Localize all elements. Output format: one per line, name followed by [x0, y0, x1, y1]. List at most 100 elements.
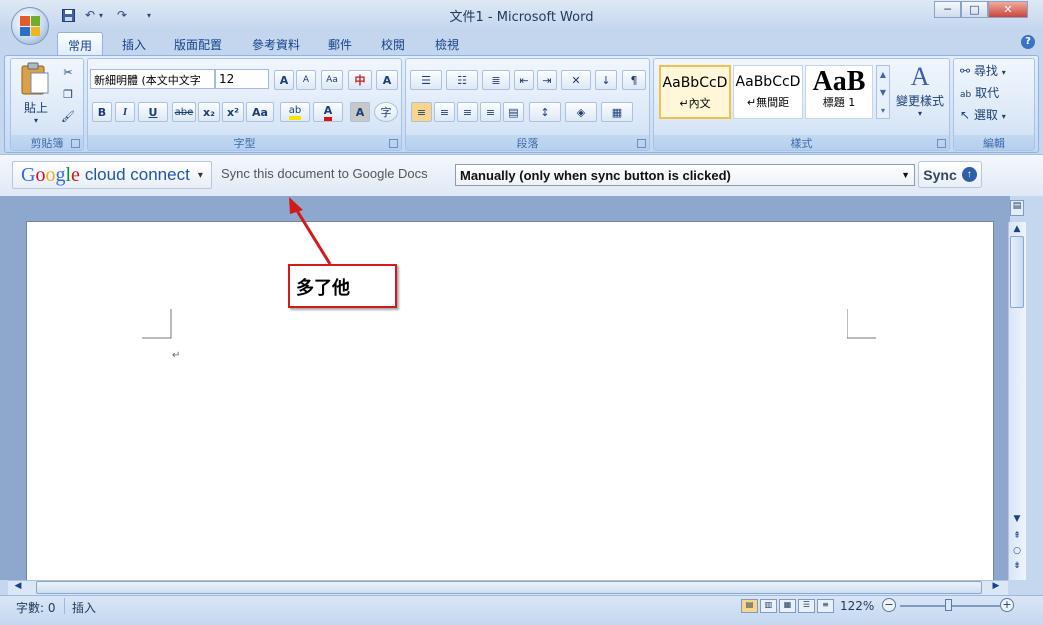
ribbon-tab-bar	[0, 30, 1043, 55]
clipboard-launcher-icon[interactable]	[71, 139, 80, 148]
align-center-icon[interactable]: ≡	[434, 102, 455, 122]
multilevel-list-icon[interactable]: ≣	[482, 70, 510, 90]
distributed-icon[interactable]: ▤	[503, 102, 524, 122]
paste-icon	[21, 62, 49, 95]
grow-font-button[interactable]: A	[274, 70, 294, 90]
tab-home[interactable]: 常用	[57, 32, 103, 55]
tab-page-layout[interactable]: 版面配置	[166, 32, 230, 55]
align-right-icon[interactable]: ≡	[457, 102, 478, 122]
tab-references[interactable]: 參考資料	[244, 32, 308, 55]
vertical-scroll-thumb[interactable]	[1010, 236, 1024, 308]
paragraph-mark-icon: ↵	[172, 350, 181, 361]
replace-icon: ab	[960, 90, 972, 100]
zoom-level[interactable]: 122%	[840, 599, 874, 613]
paragraph-launcher-icon[interactable]	[637, 139, 646, 148]
replace-label: 取代	[975, 86, 1000, 100]
decrease-indent-icon[interactable]: ⇤	[514, 70, 534, 90]
font-name-combo[interactable]: 新細明體 (本文中文字	[90, 69, 215, 89]
styles-gallery-scroll[interactable]: ▲ ▼ ▾	[876, 65, 890, 119]
bullets-icon[interactable]: ☰	[410, 70, 442, 90]
binoculars-icon: ⚯	[960, 64, 971, 78]
enclose-characters-button[interactable]: 字	[374, 102, 398, 122]
paste-button[interactable]: 貼上 ▾	[18, 62, 54, 126]
sync-mode-value: Manually (only when sync button is click…	[460, 168, 731, 183]
numbering-icon[interactable]: ☷	[446, 70, 478, 90]
browse-object-icon[interactable]: ○	[1008, 546, 1026, 556]
style-normal[interactable]: AaBbCcD ↵內文	[659, 65, 731, 119]
tab-insert[interactable]: 插入	[114, 32, 154, 55]
style-no-spacing-name: ↵無間距	[746, 96, 790, 109]
style-heading-1[interactable]: AaB 標題 1	[805, 65, 873, 119]
document-page[interactable]	[26, 221, 994, 581]
zoom-slider-thumb[interactable]	[945, 599, 952, 611]
copy-icon[interactable]: ❐	[58, 84, 78, 104]
sort-icon[interactable]: ↓	[595, 70, 617, 90]
character-border-button[interactable]: A	[376, 70, 398, 90]
align-left-icon[interactable]: ≡	[411, 102, 432, 122]
tab-view[interactable]: 檢視	[426, 32, 468, 55]
select-button[interactable]: ↖ 選取 ▾	[960, 106, 1030, 124]
horizontal-scroll-thumb[interactable]	[36, 581, 982, 594]
insert-mode[interactable]: 插入	[72, 599, 96, 616]
shrink-font-button[interactable]: A	[296, 70, 316, 90]
italic-button[interactable]: I	[115, 102, 135, 122]
strikethrough-button[interactable]: abe	[172, 102, 196, 122]
close-button[interactable]: ✕	[988, 1, 1028, 18]
paste-label: 貼上	[23, 101, 48, 115]
scroll-right-icon[interactable]: ▶	[987, 581, 1005, 591]
annotation-callout: 多了他	[288, 264, 397, 308]
outline-view-icon[interactable]: ☰	[798, 599, 815, 613]
clear-formatting-icon[interactable]: Aa	[321, 70, 343, 90]
borders-icon[interactable]: ▦	[601, 102, 633, 122]
style-no-spacing[interactable]: AaBbCcD ↵無間距	[733, 65, 803, 119]
sync-mode-select[interactable]: Manually (only when sync button is click…	[455, 164, 915, 186]
line-spacing-icon[interactable]: ↕	[529, 102, 561, 122]
print-layout-icon[interactable]: ▤	[741, 599, 758, 613]
previous-page-icon[interactable]: ⇞	[1008, 531, 1026, 541]
sync-button[interactable]: Sync ↑	[918, 161, 982, 188]
styles-group-label: 樣式	[654, 135, 949, 150]
shading-icon[interactable]: ◈	[565, 102, 597, 122]
find-button[interactable]: ⚯ 尋找 ▾	[960, 62, 1030, 80]
minimize-button[interactable]: ─	[934, 1, 961, 18]
font-color-icon[interactable]: A	[313, 102, 343, 122]
superscript-button[interactable]: x²	[222, 102, 244, 122]
increase-indent-icon[interactable]: ⇥	[537, 70, 557, 90]
change-styles-button[interactable]: A 變更樣式 ▾	[893, 62, 947, 128]
phonetic-guide-button[interactable]: 中	[348, 70, 372, 90]
google-cloud-connect-menu[interactable]: Google cloud connect ▾	[12, 161, 212, 189]
ruler-toggle-icon[interactable]: ▤	[1010, 200, 1024, 216]
character-shading-button[interactable]: A	[350, 102, 370, 122]
next-page-icon[interactable]: ⇟	[1008, 561, 1026, 571]
justify-icon[interactable]: ≡	[480, 102, 501, 122]
zoom-in-icon[interactable]: +	[1000, 598, 1014, 612]
change-styles-icon: A	[910, 62, 930, 91]
underline-button[interactable]: U	[138, 102, 168, 122]
cut-icon[interactable]: ✂	[58, 62, 78, 82]
paste-dropdown-icon[interactable]: ▾	[18, 116, 54, 125]
draft-view-icon[interactable]: ≡	[817, 599, 834, 613]
help-icon[interactable]: ?	[1021, 35, 1035, 49]
styles-launcher-icon[interactable]	[937, 139, 946, 148]
maximize-button[interactable]: □	[961, 1, 988, 18]
asian-layout-icon[interactable]: ✕	[561, 70, 591, 90]
zoom-out-icon[interactable]: −	[882, 598, 896, 612]
font-size-combo[interactable]: 12	[215, 69, 269, 89]
highlight-color-icon[interactable]: ab	[280, 102, 310, 122]
replace-button[interactable]: ab 取代	[960, 84, 1030, 102]
change-case-button[interactable]: Aa	[246, 102, 274, 122]
web-layout-icon[interactable]: ▦	[779, 599, 796, 613]
scroll-left-icon[interactable]: ◀	[9, 581, 27, 591]
scroll-up-icon[interactable]: ▲	[1008, 224, 1026, 234]
tab-review[interactable]: 校閱	[372, 32, 414, 55]
full-screen-reading-icon[interactable]: ▥	[760, 599, 777, 613]
subscript-button[interactable]: x₂	[198, 102, 220, 122]
show-marks-icon[interactable]: ¶	[622, 70, 646, 90]
format-painter-icon[interactable]: 🖌	[58, 106, 78, 126]
word-count[interactable]: 字數: 0	[16, 599, 56, 616]
office-button[interactable]	[11, 7, 49, 45]
font-launcher-icon[interactable]	[389, 139, 398, 148]
tab-mailings[interactable]: 郵件	[320, 32, 360, 55]
bold-button[interactable]: B	[92, 102, 112, 122]
scroll-down-icon[interactable]: ▼	[1008, 514, 1026, 524]
